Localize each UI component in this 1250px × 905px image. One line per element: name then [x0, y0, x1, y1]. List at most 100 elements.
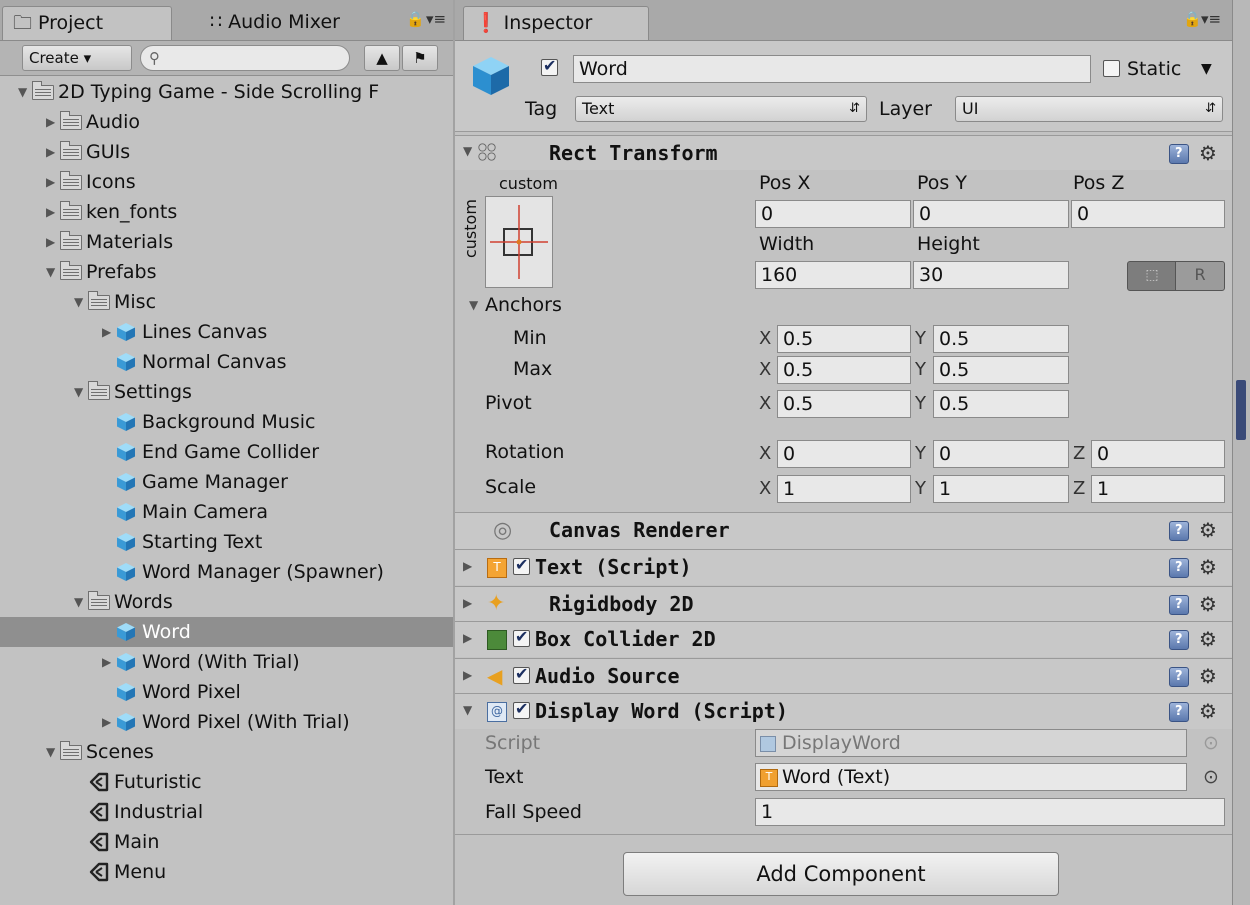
tree-item[interactable]: ▼ Settings: [0, 377, 453, 407]
tree-item[interactable]: Word: [0, 617, 453, 647]
tab-audio-mixer[interactable]: ∷ Audio Mixer: [200, 6, 400, 40]
layer-dropdown[interactable]: UI ⇵: [955, 96, 1223, 122]
tree-item[interactable]: Word Pixel: [0, 677, 453, 707]
lock-icon[interactable]: 🔒: [406, 10, 425, 28]
foldout-collapsed-icon[interactable]: ▶: [46, 107, 60, 137]
scrollbar-thumb[interactable]: [1236, 380, 1246, 440]
tree-item[interactable]: Main: [0, 827, 453, 857]
filter-by-label-button[interactable]: ⚑: [402, 45, 438, 71]
foldout-collapsed-icon[interactable]: ▶: [463, 668, 472, 682]
anchor-min-y-field[interactable]: 0.5: [933, 325, 1069, 353]
component-enabled-checkbox[interactable]: [513, 699, 530, 719]
component-header[interactable]: ▼ @ Display Word (Script) ⚙: [455, 693, 1232, 729]
component-enabled-checkbox[interactable]: [513, 627, 530, 647]
anchor-min-x-field[interactable]: 0.5: [777, 325, 911, 353]
tree-item[interactable]: ▼ Words: [0, 587, 453, 617]
height-field[interactable]: 30: [913, 261, 1069, 289]
static-checkbox[interactable]: [1103, 60, 1120, 77]
object-picker-icon[interactable]: ⊙: [1203, 732, 1219, 754]
rotation-x-field[interactable]: 0: [777, 440, 911, 468]
foldout-collapsed-icon[interactable]: ▶: [463, 631, 472, 645]
tree-item[interactable]: ▶ Materials: [0, 227, 453, 257]
static-dropdown-icon[interactable]: ▼: [1201, 55, 1212, 83]
foldout-collapsed-icon[interactable]: ▶: [102, 707, 116, 737]
pos-y-field[interactable]: 0: [913, 200, 1069, 228]
tree-item[interactable]: Main Camera: [0, 497, 453, 527]
component-enabled-checkbox[interactable]: [513, 664, 530, 684]
tree-item[interactable]: Futuristic: [0, 767, 453, 797]
anchors-foldout-icon[interactable]: ▼: [469, 298, 478, 312]
foldout-collapsed-icon[interactable]: ▶: [46, 227, 60, 257]
tree-item[interactable]: ▶ GUIs: [0, 137, 453, 167]
anchor-max-x-field[interactable]: 0.5: [777, 356, 911, 384]
gear-icon[interactable]: ⚙: [1199, 555, 1217, 579]
raw-edit-mode-button[interactable]: R: [1175, 261, 1225, 291]
foldout-expanded-icon[interactable]: ▼: [463, 144, 472, 158]
pos-z-field[interactable]: 0: [1071, 200, 1225, 228]
tree-item[interactable]: Industrial: [0, 797, 453, 827]
tree-item[interactable]: ▶ ken_fonts: [0, 197, 453, 227]
tree-item[interactable]: ▼ Scenes: [0, 737, 453, 767]
component-header[interactable]: ◎ Canvas Renderer ⚙: [455, 512, 1232, 549]
pos-x-field[interactable]: 0: [755, 200, 911, 228]
foldout-expanded-icon[interactable]: ▼: [46, 257, 60, 287]
tree-item[interactable]: End Game Collider: [0, 437, 453, 467]
foldout-collapsed-icon[interactable]: ▶: [46, 137, 60, 167]
add-component-button[interactable]: Add Component: [623, 852, 1059, 896]
tree-item[interactable]: ▶ Icons: [0, 167, 453, 197]
tree-item[interactable]: Game Manager: [0, 467, 453, 497]
tree-item[interactable]: ▶ Word (With Trial): [0, 647, 453, 677]
tree-item[interactable]: Starting Text: [0, 527, 453, 557]
gear-icon[interactable]: ⚙: [1199, 699, 1217, 723]
foldout-collapsed-icon[interactable]: ▶: [46, 167, 60, 197]
gear-icon[interactable]: ⚙: [1199, 664, 1217, 688]
tree-item[interactable]: ▶ Lines Canvas: [0, 317, 453, 347]
foldout-expanded-icon[interactable]: ▼: [18, 77, 32, 107]
foldout-expanded-icon[interactable]: ▼: [46, 737, 60, 767]
tab-project[interactable]: 🗀 Project: [2, 6, 172, 40]
object-picker-icon[interactable]: ⊙: [1203, 766, 1219, 788]
tree-item[interactable]: Background Music: [0, 407, 453, 437]
rect-transform-header[interactable]: ▼ Rect Transform ⚙: [455, 135, 1232, 170]
scale-z-field[interactable]: 1: [1091, 475, 1225, 503]
help-icon[interactable]: [1169, 521, 1189, 541]
rotation-y-field[interactable]: 0: [933, 440, 1069, 468]
rotation-z-field[interactable]: 0: [1091, 440, 1225, 468]
help-icon[interactable]: [1169, 144, 1189, 164]
inspector-scrollbar[interactable]: [1232, 0, 1250, 905]
tree-item[interactable]: ▼ 2D Typing Game - Side Scrolling F: [0, 77, 453, 107]
component-header[interactable]: ▶ T Text (Script) ⚙: [455, 549, 1232, 585]
tree-item[interactable]: ▼ Prefabs: [0, 257, 453, 287]
help-icon[interactable]: [1169, 702, 1189, 722]
component-header[interactable]: ▶ ✦ Rigidbody 2D ⚙: [455, 586, 1232, 622]
text-reference-field[interactable]: T Word (Text): [755, 763, 1187, 791]
lock-icon[interactable]: 🔒: [1183, 10, 1202, 28]
gear-icon[interactable]: ⚙: [1199, 141, 1217, 165]
component-header[interactable]: ▶ ◀ Audio Source ⚙: [455, 658, 1232, 694]
anchor-max-y-field[interactable]: 0.5: [933, 356, 1069, 384]
foldout-expanded-icon[interactable]: ▼: [74, 377, 88, 407]
foldout-collapsed-icon[interactable]: ▶: [463, 559, 472, 573]
foldout-collapsed-icon[interactable]: ▶: [46, 197, 60, 227]
foldout-expanded-icon[interactable]: ▼: [74, 287, 88, 317]
tree-item[interactable]: ▶ Word Pixel (With Trial): [0, 707, 453, 737]
help-icon[interactable]: [1169, 667, 1189, 687]
object-active-checkbox[interactable]: [541, 56, 558, 76]
tab-inspector[interactable]: ❗ Inspector: [463, 6, 649, 40]
search-input[interactable]: ⚲: [140, 45, 350, 71]
panel-menu-icon[interactable]: ▾≡: [1201, 10, 1221, 28]
anchor-presets-button[interactable]: [485, 196, 553, 288]
help-icon[interactable]: [1169, 630, 1189, 650]
width-field[interactable]: 160: [755, 261, 911, 289]
tree-item[interactable]: Menu: [0, 857, 453, 887]
help-icon[interactable]: [1169, 595, 1189, 615]
foldout-collapsed-icon[interactable]: ▶: [463, 596, 472, 610]
pivot-y-field[interactable]: 0.5: [933, 390, 1069, 418]
foldout-collapsed-icon[interactable]: ▶: [102, 317, 116, 347]
create-button[interactable]: Create ▾: [22, 45, 132, 71]
scale-y-field[interactable]: 1: [933, 475, 1069, 503]
blueprint-mode-button[interactable]: ⬚: [1127, 261, 1177, 291]
component-enabled-checkbox[interactable]: [513, 555, 530, 575]
component-header[interactable]: ▶ Box Collider 2D ⚙: [455, 621, 1232, 657]
help-icon[interactable]: [1169, 558, 1189, 578]
